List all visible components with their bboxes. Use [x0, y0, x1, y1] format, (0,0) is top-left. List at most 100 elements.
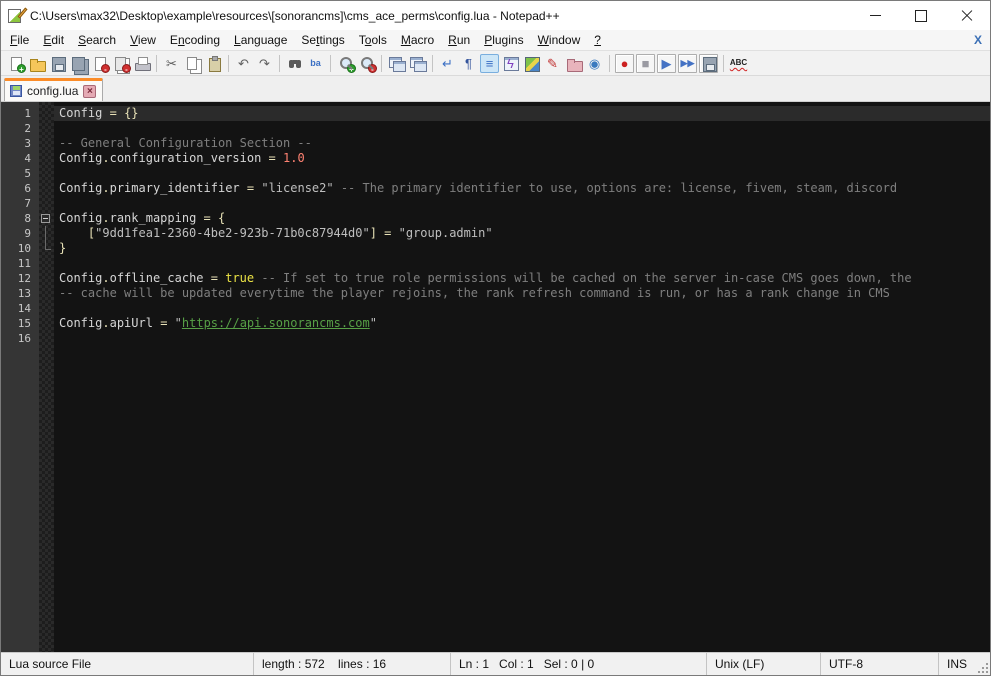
find-icon[interactable]: [285, 54, 304, 73]
line-number: 9: [24, 227, 31, 240]
fold-marker: [39, 271, 54, 286]
indent-guide-icon[interactable]: ≡: [480, 53, 499, 73]
status-encoding[interactable]: UTF-8: [821, 653, 939, 675]
status-cursor-position: Ln : 1 Col : 1 Sel : 0 | 0: [451, 653, 707, 675]
status-eol-format[interactable]: Unix (LF): [707, 653, 821, 675]
macro-save-icon[interactable]: [699, 53, 718, 73]
menu-tools[interactable]: Tools: [352, 31, 394, 49]
maximize-button[interactable]: [898, 1, 944, 30]
close-all-icon[interactable]: -: [111, 54, 131, 74]
close-window-button[interactable]: [944, 1, 990, 30]
menu-view[interactable]: View: [123, 31, 163, 49]
macro-record-icon[interactable]: ●: [615, 53, 634, 73]
line-number: 2: [24, 122, 31, 135]
title-bar: C:\Users\max32\Desktop\example\resources…: [1, 1, 990, 30]
show-all-characters-icon[interactable]: ¶: [459, 54, 478, 73]
fold-marker: [39, 331, 54, 346]
fold-marker: [39, 121, 54, 136]
line-number: 5: [24, 167, 31, 180]
menu-help[interactable]: ?: [587, 31, 608, 49]
line-number: 4: [24, 152, 31, 165]
monitoring-icon[interactable]: ◉: [585, 54, 604, 73]
document-map-icon[interactable]: [522, 54, 541, 73]
toolbar-separator: [279, 54, 280, 72]
print-icon[interactable]: [132, 54, 151, 73]
save-icon[interactable]: [48, 54, 67, 73]
spell-check-icon[interactable]: ABC: [729, 54, 748, 73]
fold-marker: [39, 181, 54, 196]
resize-grip[interactable]: [978, 663, 988, 673]
menu-plugins[interactable]: Plugins: [477, 31, 530, 49]
fold-marker: [39, 286, 54, 301]
code-line: Config.configuration_version = 1.0: [59, 151, 305, 165]
toolbar: + - - ✂ ↶ ↷ ba + - ↵ ¶ ≡ ϟ ✎ ◉ ● ■ ▶ ▶▶ ABC: [1, 50, 990, 76]
copy-icon[interactable]: [183, 54, 202, 73]
menu-window[interactable]: Window: [531, 31, 588, 49]
new-file-icon[interactable]: +: [6, 54, 26, 74]
line-number: 3: [24, 137, 31, 150]
doc-switcher-icon[interactable]: ϟ: [501, 54, 520, 73]
sync-horizontal-scroll-icon[interactable]: [408, 54, 427, 73]
save-all-icon[interactable]: [69, 54, 88, 73]
word-wrap-icon[interactable]: ↵: [438, 54, 457, 73]
line-number: 1: [24, 107, 31, 120]
line-number: 14: [17, 302, 31, 315]
code-editing-area[interactable]: Config = {} -- General Configuration Sect…: [54, 102, 990, 652]
sync-vertical-scroll-icon[interactable]: [387, 54, 406, 73]
menu-settings[interactable]: Settings: [294, 31, 351, 49]
zoom-in-icon[interactable]: +: [336, 54, 356, 74]
close-icon[interactable]: -: [90, 54, 110, 74]
status-insert-mode[interactable]: INS: [939, 653, 990, 675]
line-number: 16: [17, 332, 31, 345]
code-line: ["9dd1fea1-2360-4be2-923b-71b0c87944d0"]…: [87, 226, 493, 240]
menu-macro[interactable]: Macro: [394, 31, 441, 49]
menubar-close-icon[interactable]: X: [974, 33, 982, 47]
tab-config-lua[interactable]: config.lua ×: [4, 78, 104, 101]
fold-margin[interactable]: [39, 102, 54, 652]
code-line: Config.offline_cache = true -- If set to…: [59, 271, 912, 285]
fold-marker[interactable]: [39, 211, 54, 226]
line-number: 8: [24, 212, 31, 225]
menu-file[interactable]: File: [3, 31, 36, 49]
macro-stop-icon[interactable]: ■: [636, 53, 655, 73]
line-number: 13: [17, 287, 31, 300]
menu-encoding[interactable]: Encoding: [163, 31, 227, 49]
replace-icon[interactable]: ba: [306, 54, 325, 73]
menu-edit[interactable]: Edit: [36, 31, 71, 49]
menu-search[interactable]: Search: [71, 31, 123, 49]
function-list-icon[interactable]: ✎: [543, 54, 562, 73]
status-bar: Lua source File length : 572 lines : 16 …: [1, 652, 990, 675]
fold-marker: [39, 166, 54, 181]
paste-icon[interactable]: [204, 54, 223, 73]
fold-marker: [39, 241, 54, 256]
menu-bar: File Edit Search View Encoding Language Settin…: [1, 30, 990, 50]
tab-close-icon[interactable]: ×: [83, 84, 97, 98]
toolbar-separator: [156, 54, 157, 72]
fold-marker: [39, 256, 54, 271]
redo-icon[interactable]: ↷: [255, 54, 274, 73]
minimize-button[interactable]: [852, 1, 898, 30]
open-file-icon[interactable]: [27, 54, 46, 73]
code-line: Config.primary_identifier = "license2" -…: [59, 181, 898, 195]
notepadpp-window: C:\Users\max32\Desktop\example\resources…: [0, 0, 991, 676]
menu-run[interactable]: Run: [441, 31, 477, 49]
undo-icon[interactable]: ↶: [234, 54, 253, 73]
fold-marker: [39, 196, 54, 211]
code-line: Config = {}: [54, 106, 990, 121]
toolbar-separator: [381, 54, 382, 72]
fold-marker: [39, 226, 54, 241]
tab-saved-icon: [10, 85, 22, 97]
macro-run-multiple-icon[interactable]: ▶▶: [678, 53, 697, 73]
tab-label: config.lua: [27, 84, 79, 98]
line-number: 11: [17, 257, 31, 270]
code-line: -- General Configuration Section --: [59, 136, 312, 150]
macro-play-icon[interactable]: ▶: [657, 53, 676, 73]
menu-language[interactable]: Language: [227, 31, 294, 49]
code-line: Config.rank_mapping = {: [59, 211, 226, 225]
line-number: 6: [24, 182, 31, 195]
folder-as-workspace-icon[interactable]: [564, 54, 583, 73]
cut-icon[interactable]: ✂: [162, 54, 181, 73]
zoom-out-icon[interactable]: -: [357, 54, 377, 74]
